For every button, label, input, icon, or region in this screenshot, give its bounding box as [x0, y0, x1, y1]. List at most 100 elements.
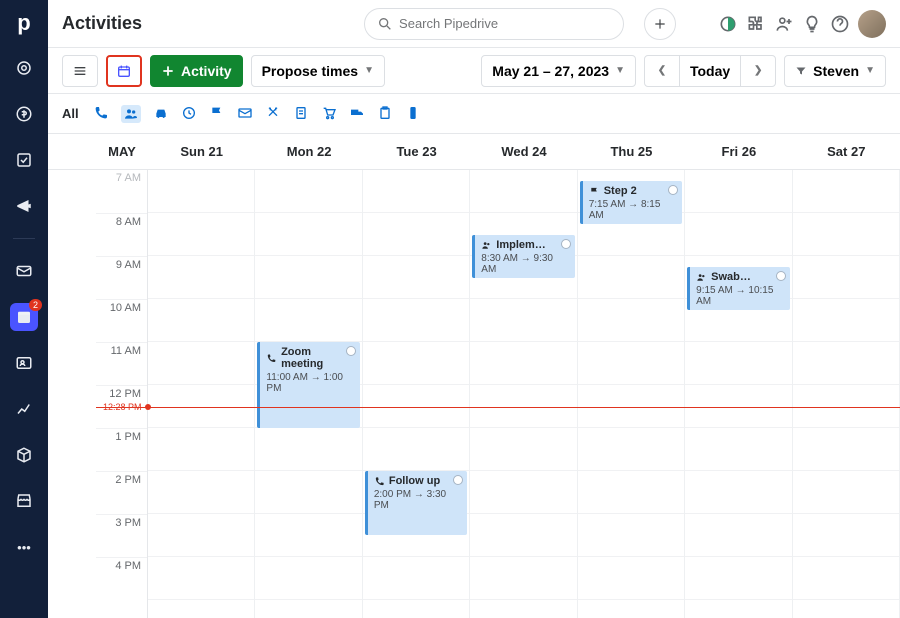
filter-phone-icon[interactable]	[405, 105, 421, 123]
nav-products[interactable]	[10, 441, 38, 469]
nav-divider	[13, 238, 35, 239]
filter-cart-icon[interactable]	[321, 105, 337, 123]
add-activity-button[interactable]: Activity	[150, 55, 243, 87]
day-header[interactable]: Tue 23	[363, 134, 470, 169]
filter-task-icon[interactable]	[293, 105, 309, 123]
day-header[interactable]: Mon 22	[255, 134, 362, 169]
day-column[interactable]: Zoom meeting11:00 AM → 1:00 PM	[255, 170, 362, 618]
main: Activities Search Pipedrive A	[48, 0, 900, 618]
help-icon[interactable]	[830, 14, 850, 34]
day-column[interactable]	[148, 170, 255, 618]
month-label: MAY	[96, 134, 148, 169]
chevron-down-icon: ▼	[615, 65, 625, 76]
propose-times-button[interactable]: Propose times ▼	[251, 55, 385, 87]
activity-type-filter: All	[48, 94, 900, 134]
plus-icon	[161, 64, 175, 78]
day-header[interactable]: Wed 24	[470, 134, 577, 169]
calendar-event[interactable]: Swab…9:15 AM → 10:15 AM	[687, 267, 789, 310]
hour-label: 11 AM	[96, 342, 147, 385]
day-column[interactable]: Implem…8:30 AM → 9:30 AM	[470, 170, 577, 618]
invite-icon[interactable]	[774, 14, 794, 34]
filter-email-icon[interactable]	[237, 105, 253, 123]
nav-contacts[interactable]	[10, 349, 38, 377]
event-done-toggle[interactable]	[561, 239, 571, 249]
toolbar: Activity Propose times ▼ May 21 – 27, 20…	[48, 48, 900, 94]
nav-more[interactable]: •••	[10, 533, 38, 561]
event-done-toggle[interactable]	[346, 346, 356, 356]
event-done-toggle[interactable]	[453, 475, 463, 485]
event-done-toggle[interactable]	[776, 271, 786, 281]
hour-label: 9 AM	[96, 256, 147, 299]
filter-all[interactable]: All	[62, 106, 79, 121]
quick-add-button[interactable]	[644, 8, 676, 40]
plus-icon	[653, 17, 667, 31]
calendar-event[interactable]: Zoom meeting11:00 AM → 1:00 PM	[257, 342, 359, 428]
calendar-header: MAY Sun 21 Mon 22 Tue 23 Wed 24 Thu 25 F…	[48, 134, 900, 170]
filter-truck-icon[interactable]	[349, 105, 365, 123]
calendar-event[interactable]: Follow up2:00 PM → 3:30 PM	[365, 471, 467, 535]
search-placeholder: Search Pipedrive	[399, 16, 498, 31]
filter-car-icon[interactable]	[153, 105, 169, 123]
filter-lunch-icon[interactable]	[265, 105, 281, 123]
day-header[interactable]: Sat 27	[793, 134, 900, 169]
date-range-button[interactable]: May 21 – 27, 2023 ▼	[481, 55, 636, 87]
today-button[interactable]: Today	[680, 55, 740, 87]
nav-focus[interactable]	[10, 54, 38, 82]
calendar-view-button[interactable]	[106, 55, 142, 87]
next-week-button[interactable]: ❯	[740, 55, 776, 87]
calendar-event[interactable]: Step 27:15 AM → 8:15 AM	[580, 181, 682, 224]
day-column[interactable]: Follow up2:00 PM → 3:30 PM	[363, 170, 470, 618]
nav-insights[interactable]	[10, 395, 38, 423]
calendar: MAY Sun 21 Mon 22 Tue 23 Wed 24 Thu 25 F…	[48, 134, 900, 618]
user-filter-button[interactable]: Steven ▼	[784, 55, 886, 87]
search-icon	[377, 16, 393, 32]
filter-clipboard-icon[interactable]	[377, 105, 393, 123]
day-header[interactable]: Sun 21	[148, 134, 255, 169]
pipedrive-logo[interactable]: p	[17, 10, 30, 36]
puzzle-icon[interactable]	[746, 14, 766, 34]
filter-icon	[795, 65, 807, 77]
day-header[interactable]: Fri 26	[685, 134, 792, 169]
chevron-down-icon: ▼	[364, 65, 374, 76]
hour-label: 10 AM	[96, 299, 147, 342]
nav-activities[interactable]: 2	[10, 303, 38, 331]
list-view-button[interactable]	[62, 55, 98, 87]
top-bar: Activities Search Pipedrive	[48, 0, 900, 48]
user-avatar[interactable]	[858, 10, 886, 38]
day-column[interactable]	[793, 170, 900, 618]
nav-badge: 2	[29, 299, 42, 311]
page-title: Activities	[62, 13, 142, 34]
event-done-toggle[interactable]	[668, 185, 678, 195]
filter-deadline-icon[interactable]	[181, 105, 197, 123]
search-input[interactable]: Search Pipedrive	[364, 8, 624, 40]
chevron-down-icon: ▼	[865, 65, 875, 76]
nav-projects[interactable]	[10, 146, 38, 174]
activity-label: Activity	[181, 63, 232, 79]
hour-label: 7 AM	[96, 170, 147, 213]
nav-marketplace[interactable]	[10, 487, 38, 515]
day-column[interactable]: Swab…9:15 AM → 10:15 AM	[685, 170, 792, 618]
filter-call-icon[interactable]	[93, 105, 109, 123]
time-gutter: 7 AM8 AM9 AM10 AM11 AM12 PM1 PM2 PM3 PM4…	[96, 170, 148, 618]
calendar-body[interactable]: 7 AM8 AM9 AM10 AM11 AM12 PM1 PM2 PM3 PM4…	[48, 170, 900, 618]
left-nav: p 2 •••	[0, 0, 48, 618]
hour-label: 3 PM	[96, 514, 147, 557]
hour-label: 4 PM	[96, 557, 147, 600]
nav-deals[interactable]	[10, 100, 38, 128]
chevron-right-icon: ❯	[754, 65, 762, 76]
filter-meeting-icon[interactable]	[121, 105, 141, 123]
nav-campaigns[interactable]	[10, 192, 38, 220]
nav-mail[interactable]	[10, 257, 38, 285]
filter-flag-icon[interactable]	[209, 105, 225, 123]
calendar-icon	[116, 63, 132, 79]
day-column[interactable]: Step 27:15 AM → 8:15 AM	[578, 170, 685, 618]
bulb-icon[interactable]	[802, 14, 822, 34]
chevron-left-icon: ❮	[658, 65, 666, 76]
hour-label: 2 PM	[96, 471, 147, 514]
phase-icon[interactable]	[718, 14, 738, 34]
list-icon	[72, 63, 88, 79]
calendar-event[interactable]: Implem…8:30 AM → 9:30 AM	[472, 235, 574, 278]
current-time-line	[96, 407, 900, 408]
prev-week-button[interactable]: ❮	[644, 55, 680, 87]
day-header[interactable]: Thu 25	[578, 134, 685, 169]
